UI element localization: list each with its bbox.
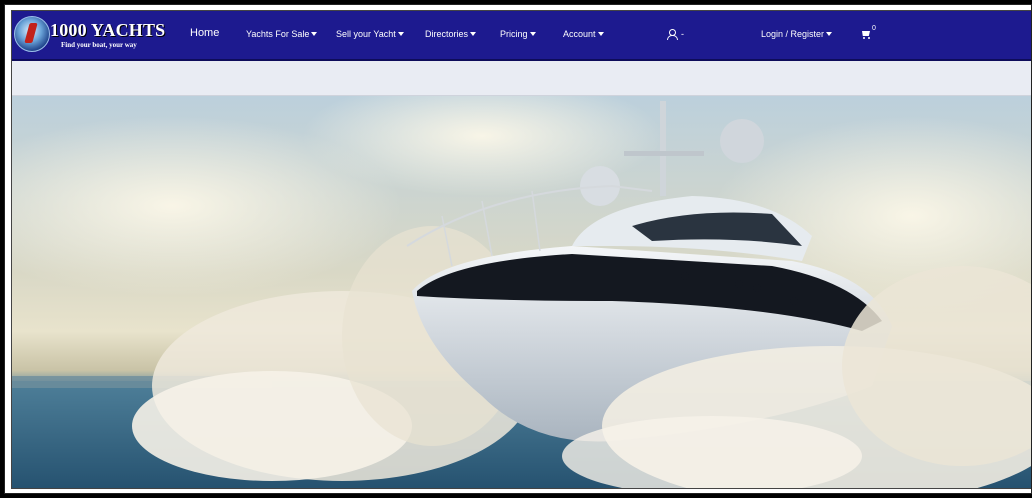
nav-sell-your-yacht[interactable]: Sell your Yacht [336,29,404,39]
nav-directories-label: Directories [425,29,469,39]
user-name: - [681,29,684,39]
nav-account-label: Account [563,29,596,39]
nav-account[interactable]: Account [563,29,604,39]
page-container: 1000 YACHTS Find your boat, your way Hom… [11,10,1031,489]
nav-pricing-label: Pricing [500,29,528,39]
nav-yachts-for-sale[interactable]: Yachts For Sale [246,29,318,39]
nav-login-register[interactable]: Login / Register [761,29,833,39]
nav-pricing[interactable]: Pricing [500,29,536,39]
nav-directories[interactable]: Directories [425,29,477,39]
caret-down-icon [529,32,536,36]
nav-home[interactable]: Home [190,27,219,39]
nav-sell-your-yacht-label: Sell your Yacht [336,29,396,39]
browser-viewport: 1000 YACHTS Find your boat, your way Hom… [4,4,1032,494]
caret-down-icon [470,32,477,36]
logo-title: 1000 YACHTS [50,20,166,40]
caret-down-icon [311,32,318,36]
nav-yachts-for-sale-label: Yachts For Sale [246,29,310,39]
caret-down-icon [826,32,833,36]
secondary-bar [12,61,1031,96]
user-icon[interactable] [667,29,678,40]
top-navbar: 1000 YACHTS Find your boat, your way Hom… [12,11,1031,61]
nav-login-register-label: Login / Register [761,29,825,39]
logo-emblem-icon [14,16,50,52]
caret-down-icon [597,32,604,36]
caret-down-icon [397,32,404,36]
site-logo[interactable]: 1000 YACHTS Find your boat, your way [14,14,165,54]
hero-yacht-image [12,96,1031,488]
cart-icon[interactable] [860,30,872,40]
cart-count-badge: 0 [872,25,876,32]
logo-tagline: Find your boat, your way [61,41,137,49]
hero-banner [12,96,1031,488]
